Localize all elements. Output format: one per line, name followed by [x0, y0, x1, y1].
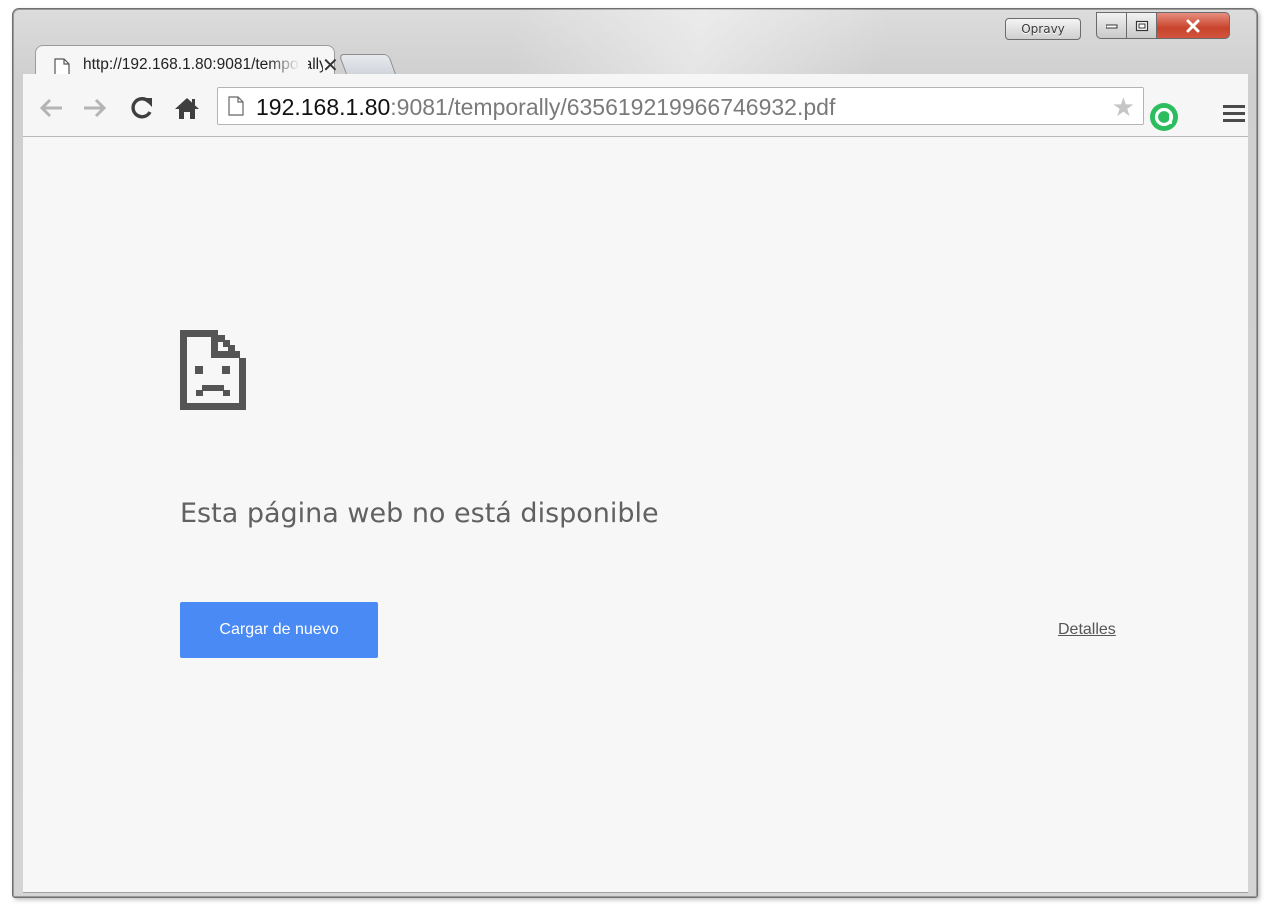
restore-icon [1135, 20, 1148, 31]
hamburger-icon-line [1223, 119, 1245, 122]
reload-page-button[interactable]: Cargar de nuevo [180, 602, 378, 658]
toolbar: 192.168.1.80:9081/temporally/63561921996… [23, 74, 1248, 137]
close-window-button[interactable] [1157, 12, 1230, 39]
arrow-left-icon [39, 98, 62, 118]
home-button[interactable] [173, 94, 201, 122]
page-content: Esta página web no está disponible Carga… [23, 137, 1248, 893]
browser-window: Opravy http://192.168.1.80:9081/temporal… [12, 8, 1258, 898]
forward-button[interactable] [81, 94, 109, 122]
window-caption-buttons [1096, 12, 1230, 40]
green-circle-a-icon [1150, 103, 1178, 131]
address-bar[interactable]: 192.168.1.80:9081/temporally/63561921996… [217, 87, 1144, 125]
menu-button[interactable] [1223, 105, 1245, 126]
close-icon [1186, 19, 1200, 32]
tab-title-fade [268, 54, 308, 76]
tab-close-button[interactable]: ✕ [322, 53, 339, 77]
extension-button[interactable] [1149, 102, 1179, 137]
restore-button[interactable] [1127, 12, 1157, 39]
home-icon [175, 98, 199, 119]
page-icon [228, 96, 244, 116]
details-link[interactable]: Detalles [1058, 621, 1116, 639]
reload-button[interactable] [128, 94, 156, 122]
sad-page-icon [180, 330, 246, 410]
minimize-icon [1105, 24, 1117, 28]
arrow-right-icon [84, 98, 107, 118]
url-path: :9081/temporally/635619219966746932.pdf [390, 94, 836, 120]
url-host: 192.168.1.80 [256, 94, 391, 120]
url-text: 192.168.1.80:9081/temporally/63561921996… [256, 94, 835, 121]
hamburger-icon-line [1223, 105, 1245, 108]
reload-icon [131, 97, 152, 119]
opravy-button[interactable]: Opravy [1005, 18, 1081, 40]
bookmark-star-icon[interactable]: ★ [1112, 94, 1135, 120]
minimize-button[interactable] [1096, 12, 1127, 39]
back-button[interactable] [37, 94, 65, 122]
error-heading: Esta página web no está disponible [180, 498, 659, 529]
hamburger-icon-line [1223, 112, 1245, 115]
